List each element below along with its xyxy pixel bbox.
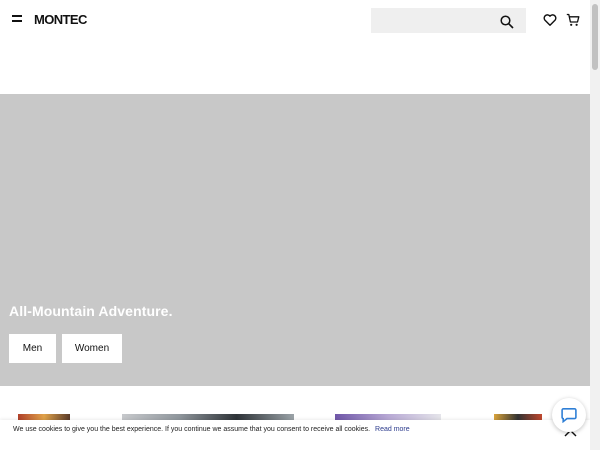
cookie-banner: We use cookies to give you the best expe… [0,420,590,450]
cookie-text: We use cookies to give you the best expe… [13,426,371,433]
hero-title: All-Mountain Adventure. [9,303,173,319]
chat-button[interactable] [552,398,586,432]
scrollbar-thumb[interactable] [592,4,598,70]
search-icon[interactable] [500,15,514,29]
hero-banner: All-Mountain Adventure. Men Women [0,94,590,386]
chat-icon [561,408,577,423]
site-header: MONTEC [0,0,590,40]
men-button[interactable]: Men [9,334,56,363]
heart-icon[interactable] [543,13,557,27]
cart-icon[interactable] [566,13,580,27]
read-more-link[interactable]: Read more [375,426,410,433]
women-button[interactable]: Women [62,334,122,363]
cookie-message: We use cookies to give you the best expe… [13,426,410,433]
page-scrollbar[interactable] [590,0,600,450]
site-logo[interactable]: MONTEC [34,12,87,27]
menu-icon[interactable] [12,15,22,23]
